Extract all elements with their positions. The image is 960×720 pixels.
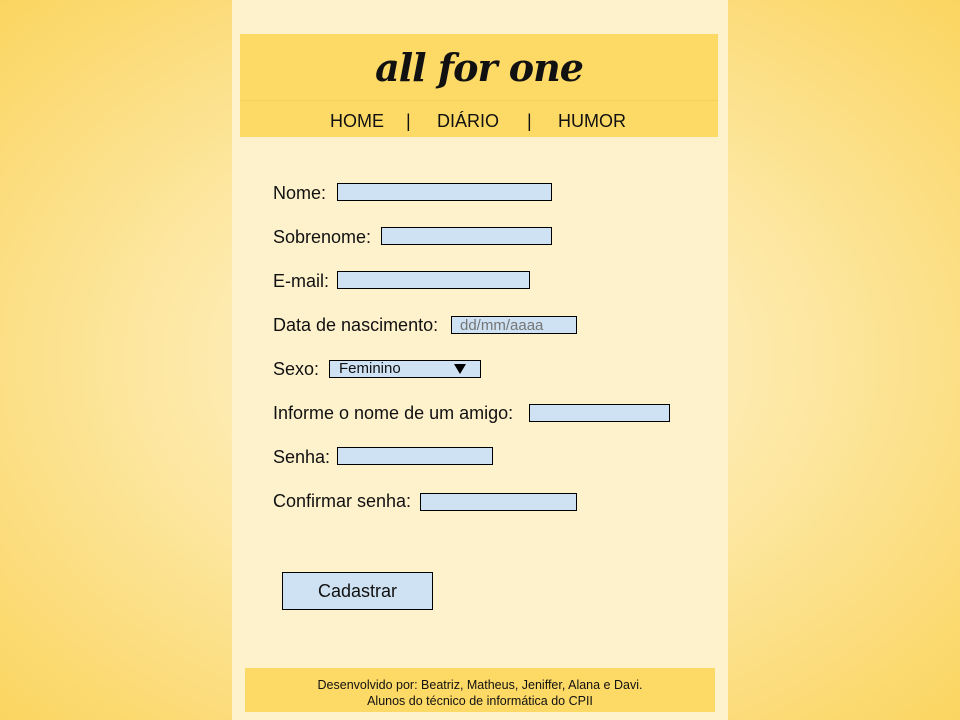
nav-diario-link[interactable]: DIÁRIO (437, 110, 499, 132)
nascimento-input[interactable] (451, 316, 577, 334)
footer-school: Alunos do técnico de informática do CPII (367, 694, 593, 708)
sobrenome-input[interactable] (381, 227, 552, 245)
sobrenome-label: Sobrenome: (273, 227, 372, 247)
confirmar-senha-input[interactable] (420, 493, 577, 511)
nascimento-label: Data de nascimento: (273, 315, 439, 335)
nav-separator: | (527, 111, 532, 131)
cadastrar-button[interactable]: Cadastrar (282, 572, 433, 610)
confirmar-senha-label: Confirmar senha: (273, 491, 412, 511)
nome-label: Nome: (273, 183, 327, 203)
footer-credits: Desenvolvido por: Beatriz, Matheus, Jeni… (317, 678, 643, 692)
email-label: E-mail: (273, 271, 330, 291)
nav-humor-link[interactable]: HUMOR (558, 110, 626, 132)
senha-input[interactable] (337, 447, 493, 465)
page-container: all for one HOME | DIÁRIO | HUMOR Nome: … (232, 0, 728, 720)
sexo-selected-value: Feminino (339, 360, 401, 377)
amigo-input[interactable] (529, 404, 670, 422)
site-logo[interactable]: all for one (240, 34, 718, 100)
amigo-label: Informe o nome de um amigo: (273, 403, 514, 423)
nome-input[interactable] (337, 183, 552, 201)
nav-home-link[interactable]: HOME (330, 110, 384, 132)
site-footer: Desenvolvido por: Beatriz, Matheus, Jeni… (245, 668, 715, 712)
sexo-select[interactable]: Feminino (329, 360, 481, 378)
chevron-down-icon (454, 364, 466, 374)
sexo-label: Sexo: (273, 359, 320, 379)
senha-label: Senha: (273, 447, 331, 467)
main-nav: HOME | DIÁRIO | HUMOR (240, 101, 718, 137)
email-input[interactable] (337, 271, 530, 289)
nav-separator: | (406, 111, 411, 131)
site-header: all for one HOME | DIÁRIO | HUMOR (240, 34, 718, 137)
